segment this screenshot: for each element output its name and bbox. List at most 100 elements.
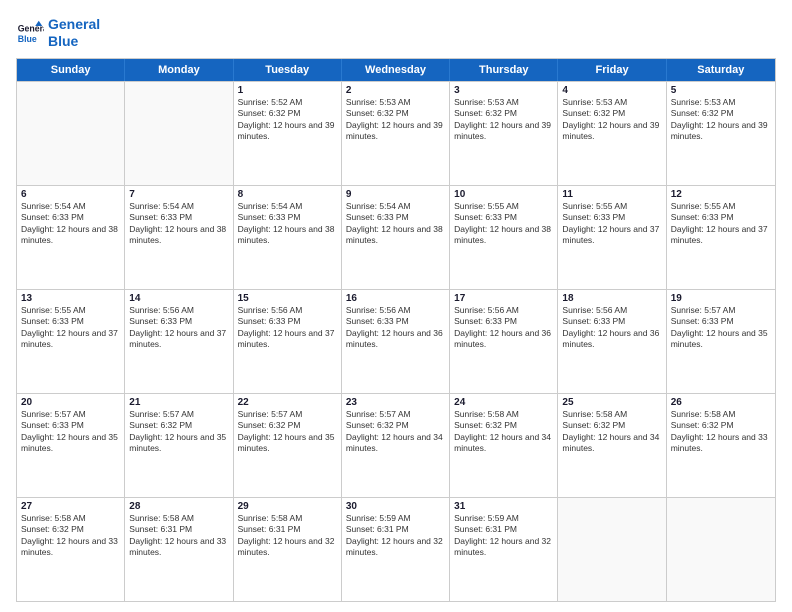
- calendar-cell: 26Sunrise: 5:58 AM Sunset: 6:32 PM Dayli…: [667, 394, 775, 497]
- cell-info: Sunrise: 5:59 AM Sunset: 6:31 PM Dayligh…: [346, 513, 445, 559]
- cell-info: Sunrise: 5:54 AM Sunset: 6:33 PM Dayligh…: [21, 201, 120, 247]
- cell-day-number: 23: [346, 397, 445, 408]
- header-day-saturday: Saturday: [667, 59, 775, 81]
- calendar-cell: 11Sunrise: 5:55 AM Sunset: 6:33 PM Dayli…: [558, 186, 666, 289]
- header-day-monday: Monday: [125, 59, 233, 81]
- calendar-cell: 9Sunrise: 5:54 AM Sunset: 6:33 PM Daylig…: [342, 186, 450, 289]
- cell-day-number: 8: [238, 189, 337, 200]
- cell-info: Sunrise: 5:53 AM Sunset: 6:32 PM Dayligh…: [562, 97, 661, 143]
- calendar-cell: 16Sunrise: 5:56 AM Sunset: 6:33 PM Dayli…: [342, 290, 450, 393]
- cell-info: Sunrise: 5:57 AM Sunset: 6:33 PM Dayligh…: [21, 409, 120, 455]
- cell-day-number: 22: [238, 397, 337, 408]
- calendar-cell: 3Sunrise: 5:53 AM Sunset: 6:32 PM Daylig…: [450, 82, 558, 185]
- calendar-cell: 1Sunrise: 5:52 AM Sunset: 6:32 PM Daylig…: [234, 82, 342, 185]
- cell-day-number: 30: [346, 501, 445, 512]
- cell-info: Sunrise: 5:56 AM Sunset: 6:33 PM Dayligh…: [562, 305, 661, 351]
- cell-day-number: 21: [129, 397, 228, 408]
- header-day-tuesday: Tuesday: [234, 59, 342, 81]
- cell-day-number: 25: [562, 397, 661, 408]
- header-day-thursday: Thursday: [450, 59, 558, 81]
- cell-info: Sunrise: 5:55 AM Sunset: 6:33 PM Dayligh…: [454, 201, 553, 247]
- cell-info: Sunrise: 5:56 AM Sunset: 6:33 PM Dayligh…: [454, 305, 553, 351]
- calendar-cell: 14Sunrise: 5:56 AM Sunset: 6:33 PM Dayli…: [125, 290, 233, 393]
- cell-day-number: 7: [129, 189, 228, 200]
- calendar-cell: 21Sunrise: 5:57 AM Sunset: 6:32 PM Dayli…: [125, 394, 233, 497]
- cell-info: Sunrise: 5:57 AM Sunset: 6:33 PM Dayligh…: [671, 305, 771, 351]
- cell-day-number: 3: [454, 85, 553, 96]
- cell-day-number: 15: [238, 293, 337, 304]
- header: General Blue GeneralBlue: [16, 16, 776, 50]
- cell-info: Sunrise: 5:55 AM Sunset: 6:33 PM Dayligh…: [671, 201, 771, 247]
- cell-info: Sunrise: 5:58 AM Sunset: 6:31 PM Dayligh…: [129, 513, 228, 559]
- cell-day-number: 19: [671, 293, 771, 304]
- calendar-cell: 31Sunrise: 5:59 AM Sunset: 6:31 PM Dayli…: [450, 498, 558, 601]
- calendar-row-3: 13Sunrise: 5:55 AM Sunset: 6:33 PM Dayli…: [17, 289, 775, 393]
- cell-info: Sunrise: 5:53 AM Sunset: 6:32 PM Dayligh…: [671, 97, 771, 143]
- cell-day-number: 20: [21, 397, 120, 408]
- calendar-cell: 20Sunrise: 5:57 AM Sunset: 6:33 PM Dayli…: [17, 394, 125, 497]
- cell-day-number: 12: [671, 189, 771, 200]
- calendar-cell: 10Sunrise: 5:55 AM Sunset: 6:33 PM Dayli…: [450, 186, 558, 289]
- cell-info: Sunrise: 5:57 AM Sunset: 6:32 PM Dayligh…: [129, 409, 228, 455]
- calendar-cell: 15Sunrise: 5:56 AM Sunset: 6:33 PM Dayli…: [234, 290, 342, 393]
- cell-day-number: 2: [346, 85, 445, 96]
- cell-day-number: 11: [562, 189, 661, 200]
- cell-info: Sunrise: 5:54 AM Sunset: 6:33 PM Dayligh…: [238, 201, 337, 247]
- cell-day-number: 5: [671, 85, 771, 96]
- cell-info: Sunrise: 5:53 AM Sunset: 6:32 PM Dayligh…: [454, 97, 553, 143]
- calendar-row-4: 20Sunrise: 5:57 AM Sunset: 6:33 PM Dayli…: [17, 393, 775, 497]
- cell-day-number: 14: [129, 293, 228, 304]
- cell-info: Sunrise: 5:54 AM Sunset: 6:33 PM Dayligh…: [346, 201, 445, 247]
- cell-day-number: 17: [454, 293, 553, 304]
- calendar-row-1: 1Sunrise: 5:52 AM Sunset: 6:32 PM Daylig…: [17, 81, 775, 185]
- calendar-cell: 29Sunrise: 5:58 AM Sunset: 6:31 PM Dayli…: [234, 498, 342, 601]
- header-day-sunday: Sunday: [17, 59, 125, 81]
- cell-info: Sunrise: 5:55 AM Sunset: 6:33 PM Dayligh…: [21, 305, 120, 351]
- cell-day-number: 16: [346, 293, 445, 304]
- logo: General Blue GeneralBlue: [16, 16, 100, 50]
- calendar-cell: 24Sunrise: 5:58 AM Sunset: 6:32 PM Dayli…: [450, 394, 558, 497]
- cell-day-number: 28: [129, 501, 228, 512]
- calendar-cell: 25Sunrise: 5:58 AM Sunset: 6:32 PM Dayli…: [558, 394, 666, 497]
- calendar-row-2: 6Sunrise: 5:54 AM Sunset: 6:33 PM Daylig…: [17, 185, 775, 289]
- cell-info: Sunrise: 5:58 AM Sunset: 6:32 PM Dayligh…: [21, 513, 120, 559]
- calendar-header: SundayMondayTuesdayWednesdayThursdayFrid…: [17, 59, 775, 81]
- cell-info: Sunrise: 5:55 AM Sunset: 6:33 PM Dayligh…: [562, 201, 661, 247]
- cell-info: Sunrise: 5:56 AM Sunset: 6:33 PM Dayligh…: [129, 305, 228, 351]
- cell-info: Sunrise: 5:53 AM Sunset: 6:32 PM Dayligh…: [346, 97, 445, 143]
- calendar-cell: 17Sunrise: 5:56 AM Sunset: 6:33 PM Dayli…: [450, 290, 558, 393]
- cell-day-number: 24: [454, 397, 553, 408]
- cell-day-number: 1: [238, 85, 337, 96]
- cell-info: Sunrise: 5:56 AM Sunset: 6:33 PM Dayligh…: [346, 305, 445, 351]
- calendar-body: 1Sunrise: 5:52 AM Sunset: 6:32 PM Daylig…: [17, 81, 775, 601]
- calendar-row-5: 27Sunrise: 5:58 AM Sunset: 6:32 PM Dayli…: [17, 497, 775, 601]
- calendar-cell: [558, 498, 666, 601]
- cell-info: Sunrise: 5:59 AM Sunset: 6:31 PM Dayligh…: [454, 513, 553, 559]
- calendar-cell: 6Sunrise: 5:54 AM Sunset: 6:33 PM Daylig…: [17, 186, 125, 289]
- cell-day-number: 10: [454, 189, 553, 200]
- cell-info: Sunrise: 5:58 AM Sunset: 6:32 PM Dayligh…: [562, 409, 661, 455]
- cell-day-number: 26: [671, 397, 771, 408]
- calendar-cell: 30Sunrise: 5:59 AM Sunset: 6:31 PM Dayli…: [342, 498, 450, 601]
- cell-info: Sunrise: 5:54 AM Sunset: 6:33 PM Dayligh…: [129, 201, 228, 247]
- calendar-cell: 18Sunrise: 5:56 AM Sunset: 6:33 PM Dayli…: [558, 290, 666, 393]
- cell-day-number: 4: [562, 85, 661, 96]
- cell-day-number: 31: [454, 501, 553, 512]
- calendar-cell: 19Sunrise: 5:57 AM Sunset: 6:33 PM Dayli…: [667, 290, 775, 393]
- cell-day-number: 27: [21, 501, 120, 512]
- calendar-cell: [667, 498, 775, 601]
- calendar-cell: 22Sunrise: 5:57 AM Sunset: 6:32 PM Dayli…: [234, 394, 342, 497]
- cell-info: Sunrise: 5:57 AM Sunset: 6:32 PM Dayligh…: [238, 409, 337, 455]
- cell-info: Sunrise: 5:58 AM Sunset: 6:32 PM Dayligh…: [454, 409, 553, 455]
- calendar: SundayMondayTuesdayWednesdayThursdayFrid…: [16, 58, 776, 602]
- cell-day-number: 29: [238, 501, 337, 512]
- calendar-cell: 8Sunrise: 5:54 AM Sunset: 6:33 PM Daylig…: [234, 186, 342, 289]
- calendar-cell: 7Sunrise: 5:54 AM Sunset: 6:33 PM Daylig…: [125, 186, 233, 289]
- calendar-cell: 27Sunrise: 5:58 AM Sunset: 6:32 PM Dayli…: [17, 498, 125, 601]
- svg-text:Blue: Blue: [18, 34, 37, 44]
- calendar-cell: 5Sunrise: 5:53 AM Sunset: 6:32 PM Daylig…: [667, 82, 775, 185]
- header-day-friday: Friday: [558, 59, 666, 81]
- header-day-wednesday: Wednesday: [342, 59, 450, 81]
- cell-info: Sunrise: 5:58 AM Sunset: 6:31 PM Dayligh…: [238, 513, 337, 559]
- logo-text: GeneralBlue: [48, 16, 100, 50]
